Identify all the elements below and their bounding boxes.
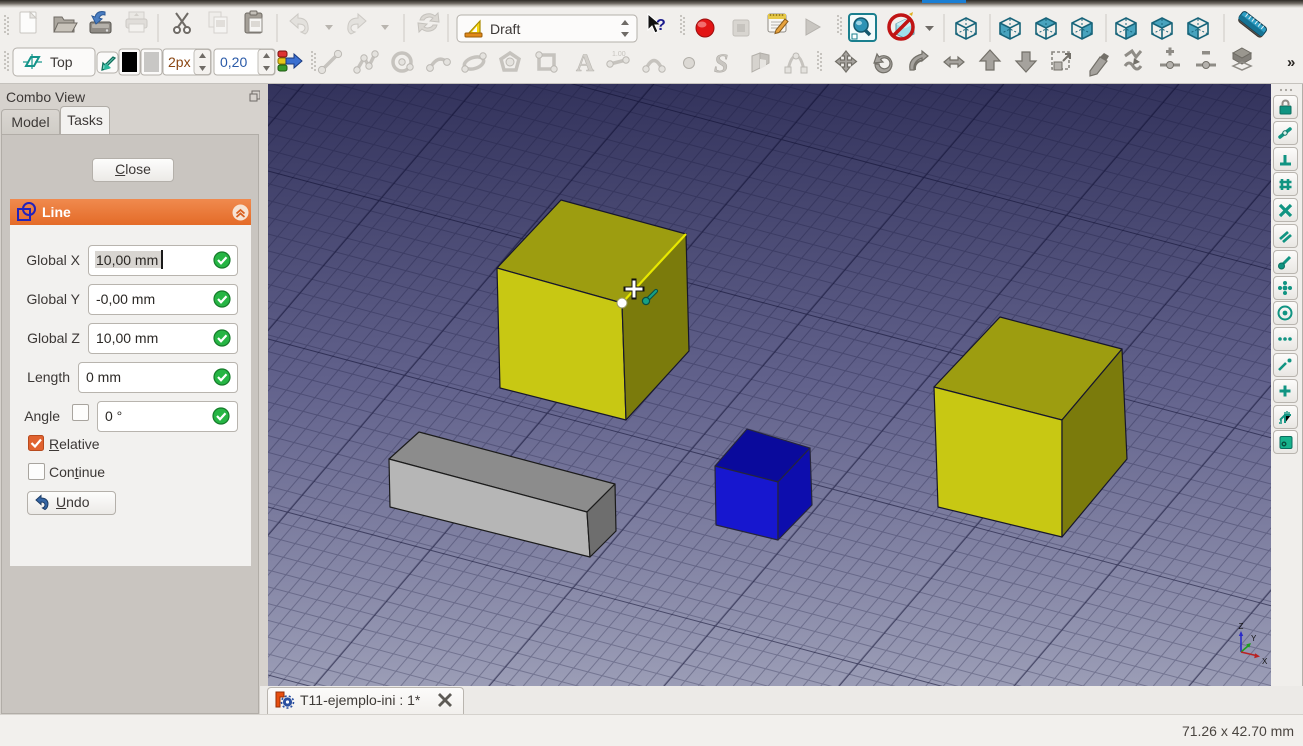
svg-text:Top: Top bbox=[50, 54, 73, 70]
svg-text:0,20: 0,20 bbox=[220, 54, 247, 70]
svg-text:Z: Z bbox=[1239, 622, 1244, 631]
svg-text:S: S bbox=[714, 49, 728, 78]
svg-text:1.00: 1.00 bbox=[612, 51, 626, 58]
svg-text:A: A bbox=[576, 50, 594, 77]
svg-text:2px: 2px bbox=[168, 54, 191, 70]
svg-text:»: » bbox=[1287, 54, 1295, 71]
svg-text:X: X bbox=[1262, 657, 1268, 666]
svg-text:Y: Y bbox=[1251, 634, 1257, 643]
